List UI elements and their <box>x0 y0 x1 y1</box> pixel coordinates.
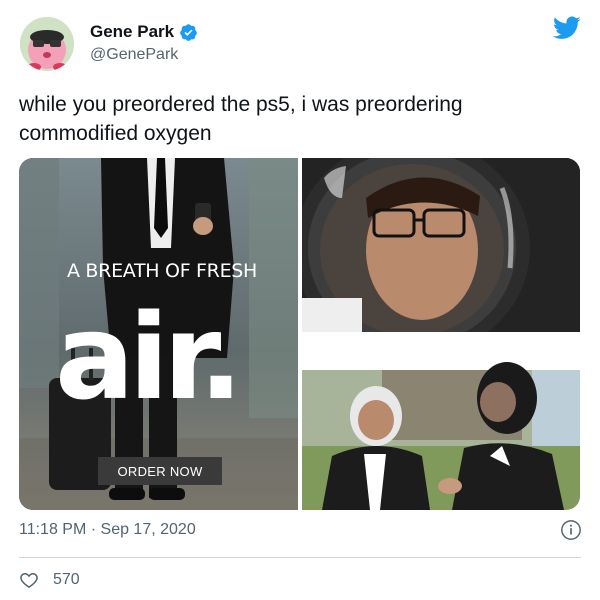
twitter-bird-icon[interactable] <box>553 16 581 40</box>
verified-badge-icon <box>180 23 197 41</box>
two-men-image <box>302 336 580 510</box>
avatar-image <box>20 17 74 71</box>
author-name-text: Gene Park <box>90 22 175 41</box>
tweet-timestamp[interactable]: 11:18 PM · Sep 17, 2020 <box>19 521 196 539</box>
tweet-card: Gene Park @GenePark while you preordered… <box>0 0 600 600</box>
helmet-closeup-image <box>302 158 580 332</box>
order-now-button[interactable]: ORDER NOW <box>98 457 222 485</box>
media-photo-ad[interactable]: A BREATH OF FRESH air. ORDER NOW <box>19 158 298 510</box>
ad-logo: air. <box>55 288 243 426</box>
ad-tagline: A BREATH OF FRESH <box>67 260 258 282</box>
author-handle[interactable]: @GenePark <box>90 46 178 64</box>
like-button[interactable]: 570 <box>19 570 80 590</box>
author-avatar[interactable] <box>20 17 74 71</box>
media-photo-helmet-closeup[interactable] <box>302 158 580 332</box>
divider <box>19 557 581 558</box>
tweet-text: while you preordered the ps5, i was preo… <box>19 93 463 145</box>
author-name[interactable]: Gene Park <box>90 22 198 42</box>
media-grid: A BREATH OF FRESH air. ORDER NOW <box>19 158 580 510</box>
like-count: 570 <box>53 571 80 588</box>
info-icon[interactable] <box>560 519 582 541</box>
media-photo-two-men-helmets[interactable] <box>302 336 580 510</box>
heart-icon <box>20 572 38 588</box>
